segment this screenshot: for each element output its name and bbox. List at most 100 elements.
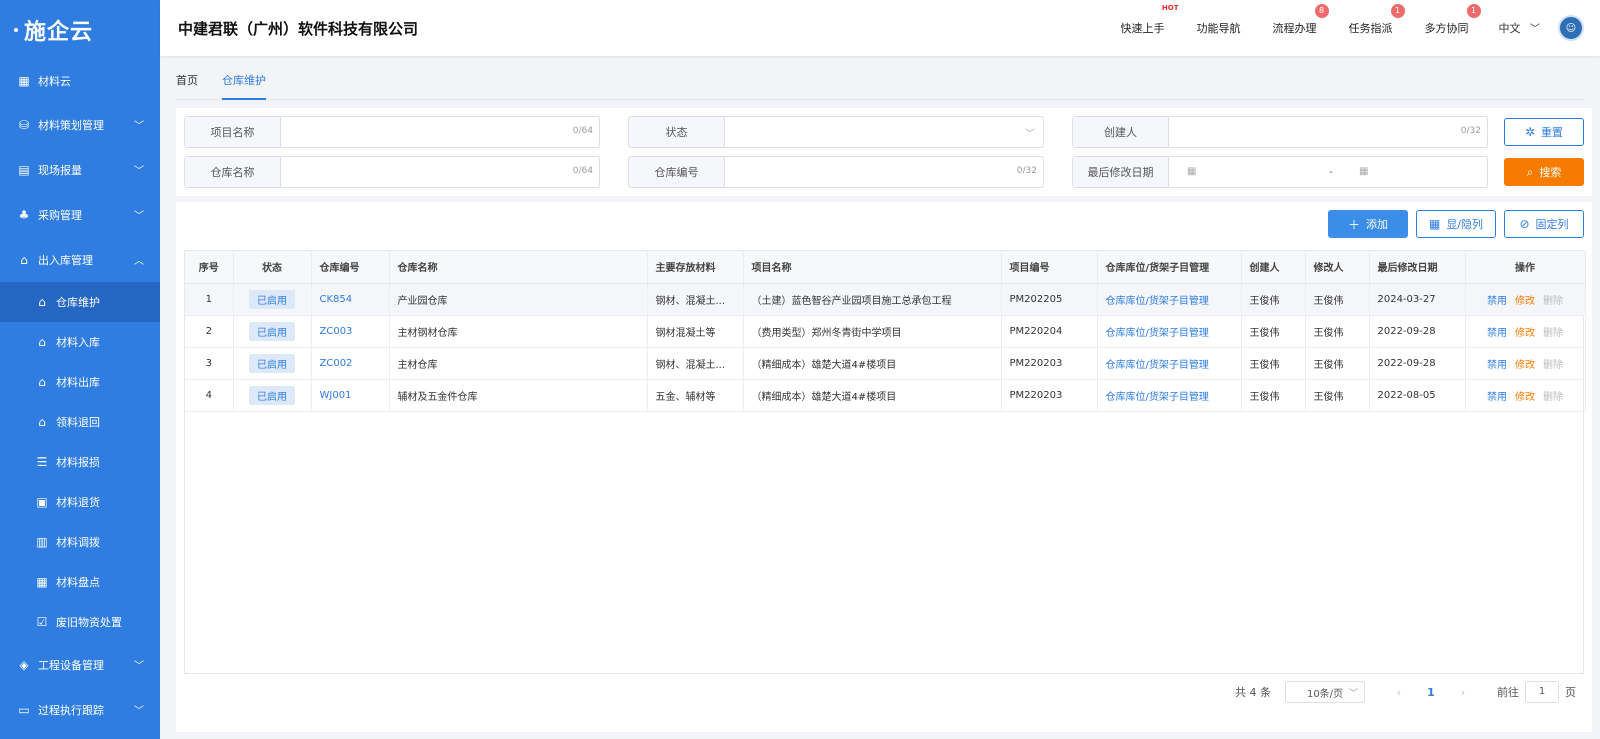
status-select[interactable]: ﹀	[725, 117, 1043, 147]
project-name-input[interactable]: 0/64	[281, 117, 599, 147]
chevron-down-icon: ﹀	[134, 661, 144, 672]
header-workflow[interactable]: 流程办理 8	[1273, 4, 1329, 36]
table-row[interactable]: 1 已启用 CK854 产业园仓库 钢材、混凝土... （土建）蓝色智谷产业园项…	[185, 283, 1586, 316]
search-icon: ⌕	[1526, 164, 1534, 179]
cell-project: （精细成本）雄楚大道4#楼项目	[743, 379, 1002, 412]
sidebar-group-process-tracking[interactable]: ▭ 过程执行跟踪 ﹀	[0, 687, 160, 732]
sidebar-group-site-report[interactable]: ▤ 现场报量 ﹀	[0, 147, 160, 192]
cell-modifier: 王俊伟	[1305, 347, 1370, 380]
warehouse-code-link[interactable]: CK854	[320, 294, 353, 305]
sidebar-group-procurement[interactable]: ♣ 采购管理 ﹀	[0, 192, 160, 237]
char-count: 0/32	[1460, 126, 1481, 136]
count-badge: 8	[1314, 4, 1329, 18]
cell-name: 产业园仓库	[389, 283, 648, 316]
creator-input[interactable]: 0/32	[1169, 117, 1487, 147]
manage-link[interactable]: 仓库库位/货架子目管理	[1106, 392, 1209, 403]
sidebar-item-material-inventory[interactable]: ▦ 材料盘点	[0, 562, 160, 602]
sidebar-item-material-refund[interactable]: ▣ 材料退货	[0, 482, 160, 522]
manage-link[interactable]: 仓库库位/货架子目管理	[1106, 360, 1209, 371]
table-row[interactable]: 4 已启用 WJ001 辅材及五金件仓库 五金、辅材等 （精细成本）雄楚大道4#…	[185, 379, 1586, 412]
show-hide-columns-button[interactable]: ▦ 显/隐列	[1416, 210, 1496, 238]
edit-button[interactable]: 修改	[1515, 392, 1535, 403]
manage-link[interactable]: 仓库库位/货架子目管理	[1106, 328, 1209, 339]
hot-badge: HOT	[1161, 4, 1179, 12]
sidebar-group-equipment[interactable]: ◈ 工程设备管理 ﹀	[0, 642, 160, 687]
sidebar-item-label: 材料报损	[56, 456, 100, 469]
sidebar-group-material-planning[interactable]: ⛁ 材料策划管理 ﹀	[0, 102, 160, 147]
cell-modifier: 王俊伟	[1305, 315, 1370, 348]
page-tabs: 首页 仓库维护	[176, 64, 1584, 100]
chevron-down-icon: ﹀	[134, 121, 144, 132]
tab-home[interactable]: 首页	[176, 64, 198, 100]
sidebar-item-label: 工程设备管理	[38, 658, 104, 672]
delete-button[interactable]: 删除	[1543, 328, 1563, 339]
sidebar-item-warehouse-maintenance[interactable]: ⌂ 仓库维护	[0, 282, 160, 322]
sidebar-item-material-transfer[interactable]: ▥ 材料调拨	[0, 522, 160, 562]
page-number[interactable]: 1	[1419, 686, 1443, 699]
date-range-input[interactable]: ▦ - ▦	[1169, 157, 1487, 187]
table-row[interactable]: 3 已启用 ZC002 主材仓库 钢材、混凝土... （精细成本）雄楚大道4#楼…	[185, 347, 1586, 380]
sidebar-item-material-return[interactable]: ⌂ 领料退回	[0, 402, 160, 442]
fixed-columns-button[interactable]: ⊘ 固定列	[1504, 210, 1584, 238]
sidebar-item-material-inbound[interactable]: ⌂ 材料入库	[0, 322, 160, 362]
column-header: 项目编号	[1001, 251, 1098, 284]
list-icon: ☰	[36, 455, 48, 469]
table-row[interactable]: 2 已启用 ZC003 主材钢材仓库 钢材混凝土等 （费用类型）郑州冬青街中学项…	[185, 315, 1586, 348]
warehouse-code-link[interactable]: ZC003	[320, 326, 353, 337]
prev-page-icon[interactable]: ‹	[1387, 686, 1411, 699]
header-feature-nav[interactable]: 功能导航	[1197, 20, 1241, 36]
sidebar-item-scrap-disposal[interactable]: ☑ 废旧物资处置	[0, 602, 160, 642]
sidebar-item-material-cloud[interactable]: ▦ 材料云	[0, 60, 160, 102]
page-size-select[interactable]: 10条/页 ﹀	[1285, 681, 1365, 703]
avatar[interactable]: ☺	[1558, 15, 1584, 41]
sidebar-group-warehouse[interactable]: ⌂ 出入库管理 ︿	[0, 237, 160, 282]
delete-button[interactable]: 删除	[1543, 296, 1563, 307]
warehouse-code-link[interactable]: WJ001	[320, 390, 352, 401]
tab-warehouse-maintenance[interactable]: 仓库维护	[222, 64, 266, 100]
page-size-label: 10条/页	[1306, 688, 1344, 700]
disable-button[interactable]: 禁用	[1487, 392, 1507, 403]
warehouse-code-input[interactable]: 0/32	[725, 157, 1043, 187]
sidebar-item-material-outbound[interactable]: ⌂ 材料出库	[0, 362, 160, 402]
disable-button[interactable]: 禁用	[1487, 360, 1507, 371]
add-button[interactable]: ＋ 添加	[1328, 210, 1408, 238]
edit-button[interactable]: 修改	[1515, 328, 1535, 339]
button-label: 搜索	[1539, 166, 1562, 179]
disable-button[interactable]: 禁用	[1487, 296, 1507, 307]
language-select[interactable]: 中文 ﹀	[1499, 20, 1541, 36]
edit-button[interactable]: 修改	[1515, 296, 1535, 307]
cell-date: 2022-09-28	[1369, 347, 1466, 380]
org-icon: ♣	[18, 207, 30, 222]
logo-text: 施企云	[24, 20, 94, 45]
status-field: 状态 ﹀	[628, 116, 1044, 148]
logo: 施企云	[0, 0, 160, 60]
cell-status: 已启用	[233, 379, 312, 412]
column-header: 仓库编号	[311, 251, 390, 284]
warehouse-code-link[interactable]: ZC002	[320, 358, 353, 369]
cell-date: 2022-08-05	[1369, 379, 1466, 412]
header-actions: 快速上手 HOT 功能导航 流程办理 8 任务指派 1 多方协同 1 中文 ﹀ …	[1105, 0, 1600, 56]
header-collaboration[interactable]: 多方协同 1	[1425, 4, 1481, 36]
header-item-label: 快速上手	[1120, 22, 1165, 35]
header-quick-start[interactable]: 快速上手 HOT	[1120, 4, 1179, 36]
field-label: 仓库名称	[185, 157, 281, 187]
chevron-down-icon: ﹀	[1025, 129, 1035, 140]
reset-button[interactable]: ✲ 重置	[1504, 118, 1584, 146]
goto-page-input[interactable]: 1	[1525, 681, 1559, 703]
disable-button[interactable]: 禁用	[1487, 328, 1507, 339]
sidebar-item-material-loss[interactable]: ☰ 材料报损	[0, 442, 160, 482]
search-button[interactable]: ⌕ 搜索	[1504, 158, 1584, 186]
warehouse-name-input[interactable]: 0/64	[281, 157, 599, 187]
cell-project-code: PM220203	[1001, 379, 1098, 412]
plus-icon: ＋	[1347, 217, 1360, 232]
logo-dot	[14, 28, 18, 32]
next-page-icon[interactable]: ›	[1451, 686, 1475, 699]
edit-button[interactable]: 修改	[1515, 360, 1535, 371]
sidebar-item-label: 材料入库	[56, 336, 100, 349]
project-name-field: 项目名称 0/64	[184, 116, 600, 148]
delete-button[interactable]: 删除	[1543, 392, 1563, 403]
status-badge: 已启用	[249, 353, 295, 373]
delete-button[interactable]: 删除	[1543, 360, 1563, 371]
manage-link[interactable]: 仓库库位/货架子目管理	[1106, 296, 1209, 307]
header-task-assign[interactable]: 任务指派 1	[1349, 4, 1405, 36]
